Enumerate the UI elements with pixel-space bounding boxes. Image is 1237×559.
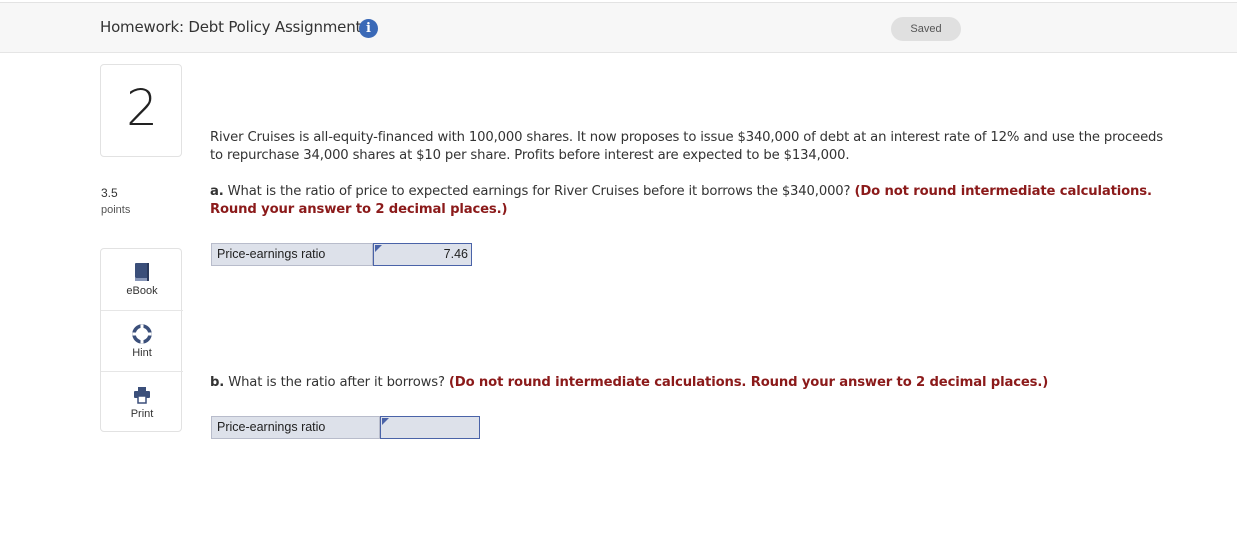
print-label: Print xyxy=(130,408,154,420)
part-b-text: What is the ratio after it borrows? xyxy=(228,375,445,390)
lifebuoy-icon xyxy=(132,324,152,344)
part-b-answer-row: Price-earnings ratio xyxy=(211,416,480,439)
assignment-title: Homework: Debt Policy Assignment xyxy=(100,18,362,36)
part-a-label: a. xyxy=(210,184,224,199)
question-number: 2 xyxy=(126,79,158,137)
print-button[interactable]: Print xyxy=(101,371,183,432)
tools-panel: eBook Hint Print xyxy=(100,248,183,432)
ebook-button[interactable]: eBook xyxy=(101,249,183,310)
info-icon[interactable]: i xyxy=(359,19,378,38)
part-a-answer-input[interactable]: 7.46 xyxy=(373,243,472,266)
hint-button[interactable]: Hint xyxy=(101,310,183,371)
ebook-label: eBook xyxy=(126,285,158,297)
points-value: 3.5 xyxy=(101,186,118,200)
flag-icon xyxy=(375,245,382,252)
saved-status-badge: Saved xyxy=(891,17,961,41)
part-a-answer-value: 7.46 xyxy=(443,247,468,261)
part-a-answer-row: Price-earnings ratio 7.46 xyxy=(211,243,472,266)
part-b-instruction: (Do not round intermediate calculations.… xyxy=(448,375,1049,390)
part-b-answer-input[interactable] xyxy=(380,416,480,439)
assignment-header: Homework: Debt Policy Assignment i Saved xyxy=(0,2,1237,53)
part-b-prompt: b. What is the ratio after it borrows? (… xyxy=(210,374,1170,392)
printer-icon xyxy=(134,387,150,404)
question-number-box: 2 xyxy=(100,64,182,157)
flag-icon xyxy=(382,418,389,425)
hint-label: Hint xyxy=(132,347,152,359)
part-b-field-label: Price-earnings ratio xyxy=(211,416,380,439)
points-label: points xyxy=(101,204,131,216)
part-b-label: b. xyxy=(210,375,225,390)
part-a-text: What is the ratio of price to expected e… xyxy=(227,184,851,199)
book-icon xyxy=(135,263,149,281)
part-a-field-label: Price-earnings ratio xyxy=(211,243,373,266)
part-a-prompt: a. What is the ratio of price to expecte… xyxy=(210,183,1170,219)
question-text: River Cruises is all-equity-financed wit… xyxy=(210,130,1164,163)
